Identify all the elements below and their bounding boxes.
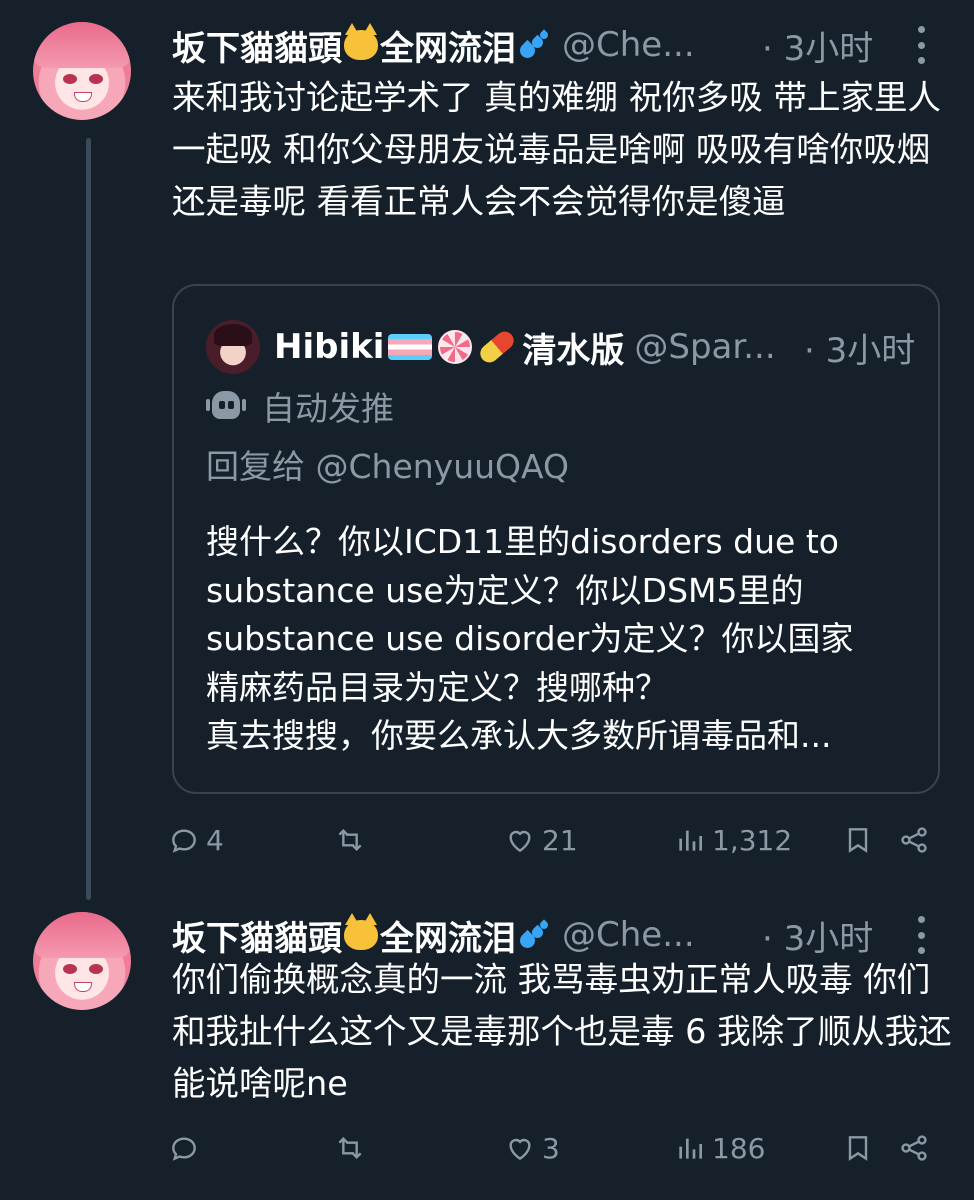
quoted-user-handle: @Spar... — [634, 327, 776, 367]
views-count: 1,312 — [712, 823, 793, 857]
heart-icon — [509, 1138, 531, 1161]
display-name-suffix[interactable]: 全网流泪 — [380, 21, 516, 70]
bookmark-icon — [848, 828, 868, 853]
action-bar: 4 21 1,312 — [168, 820, 958, 860]
quoted-text-line: 精麻药品目录为定义？搜哪种？ — [206, 667, 668, 707]
display-name[interactable]: 坂下貓貓頭 — [172, 21, 342, 70]
views-button[interactable]: 1,312 — [674, 820, 792, 860]
pill-emoji — [477, 327, 518, 367]
bookmark-button[interactable] — [842, 820, 880, 860]
retweet-icon — [338, 828, 362, 852]
reply-button[interactable]: 4 — [168, 820, 224, 860]
reply-button[interactable] — [168, 1128, 206, 1168]
sweat-droplets-emoji — [516, 919, 552, 952]
reply-icon — [172, 829, 196, 853]
reply-icon — [172, 1137, 196, 1161]
cat-face-emoji — [344, 23, 378, 60]
bookmark-button[interactable] — [842, 1128, 880, 1168]
views-button[interactable]: 186 — [674, 1128, 765, 1168]
like-count: 3 — [542, 1131, 560, 1165]
fish-cake-emoji — [438, 330, 473, 364]
quoted-text-line: substance use为定义？你以DSM5里的 — [206, 570, 804, 610]
share-button[interactable] — [898, 820, 936, 860]
quoted-timestamp: · 3小时 — [804, 330, 916, 371]
quoted-text-line: substance use disorder为定义？你以国家 — [206, 619, 854, 658]
quoted-display-name: Hibiki — [274, 327, 385, 367]
share-icon — [901, 1135, 927, 1161]
analytics-icon — [679, 1138, 702, 1159]
retweet-button[interactable] — [334, 820, 372, 860]
quoted-text-line: 搜什么？你以ICD11里的disorders due to — [206, 522, 839, 561]
avatar[interactable] — [33, 22, 131, 120]
robot-icon — [206, 389, 246, 423]
timestamp[interactable]: · 3小时 — [762, 21, 873, 70]
thread-connector-line — [86, 138, 91, 900]
sweat-droplets-emoji — [516, 29, 552, 62]
quoted-text-line: 真去搜搜，你要么承认大多数所谓毒品和... — [206, 716, 832, 755]
transgender-flag-emoji — [388, 334, 433, 360]
reply-to-label: 回复给 @ChenyuuQAQ — [206, 447, 569, 486]
tweet-header: 坂下貓貓頭 全网流泪 @Che... · 3小时 — [172, 20, 974, 70]
user-handle[interactable]: @Che... — [562, 25, 695, 65]
views-count: 186 — [712, 1131, 766, 1165]
avatar[interactable] — [33, 912, 131, 1010]
heart-icon — [509, 830, 531, 853]
tweet-header: 坂下貓貓頭 全网流泪 @Che... · 3小时 — [172, 910, 974, 960]
automated-label-text: 自动发推 — [262, 389, 394, 428]
like-button[interactable]: 21 — [504, 820, 578, 860]
retweet-button[interactable] — [334, 1128, 372, 1168]
quoted-tweet-text: 搜什么？你以ICD11里的disorders due to substance … — [206, 518, 916, 761]
bookmark-icon — [848, 1136, 868, 1161]
more-options-icon[interactable] — [916, 26, 926, 64]
tweet[interactable]: 坂下貓貓頭 全网流泪 @Che... · 3小时 你们偷换概念真的一流 我骂毒虫… — [0, 900, 974, 1200]
quoted-tweet-header: Hibiki 清水版 @Spar... · 3小时 — [206, 320, 916, 374]
retweet-icon — [338, 1136, 362, 1160]
quoted-display-name-suffix: 清水版 — [522, 330, 625, 371]
action-bar: 3 186 — [168, 1128, 958, 1168]
quoted-avatar — [206, 320, 260, 374]
analytics-icon — [679, 830, 702, 851]
quoted-tweet[interactable]: Hibiki 清水版 @Spar... · 3小时 自动发推 回复给 @Chen… — [172, 284, 940, 794]
display-name-suffix[interactable]: 全网流泪 — [380, 911, 516, 960]
user-handle[interactable]: @Che... — [562, 915, 695, 955]
timestamp[interactable]: · 3小时 — [762, 911, 873, 960]
tweet[interactable]: 坂下貓貓頭 全网流泪 @Che... · 3小时 来和我讨论起学术了 真的难绷 … — [0, 0, 974, 900]
share-button[interactable] — [898, 1128, 936, 1168]
like-button[interactable]: 3 — [504, 1128, 560, 1168]
more-options-icon[interactable] — [916, 916, 926, 954]
reply-count: 4 — [206, 823, 224, 857]
cat-face-emoji — [344, 913, 378, 950]
tweet-text: 来和我讨论起学术了 真的难绷 祝你多吸 带上家里人一起吸 和你父母朋友说毒品是啥… — [172, 78, 941, 221]
share-icon — [901, 827, 927, 853]
automated-account-label: 自动发推 — [206, 384, 394, 428]
display-name[interactable]: 坂下貓貓頭 — [172, 911, 342, 960]
tweet-text: 你们偷换概念真的一流 我骂毒虫劝正常人吸毒 你们和我扯什么这个又是毒那个也是毒 … — [172, 960, 952, 1103]
like-count: 21 — [542, 823, 578, 857]
